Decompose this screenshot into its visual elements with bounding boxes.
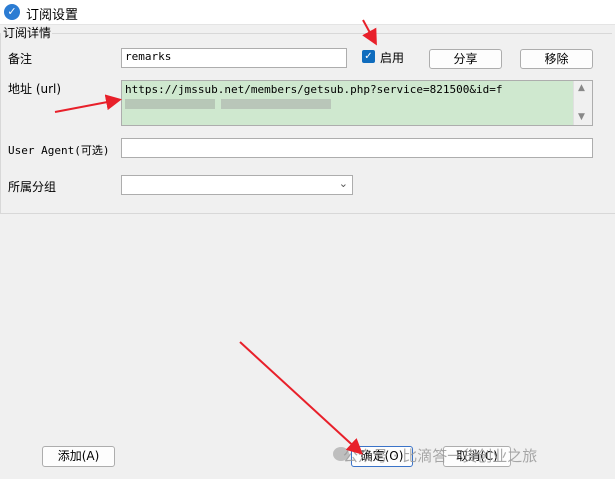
- arrow-to-url: [54, 94, 122, 113]
- annotation-overlay: [54, 19, 377, 455]
- arrow-to-enable: [362, 19, 377, 46]
- arrow-to-ok: [239, 341, 363, 455]
